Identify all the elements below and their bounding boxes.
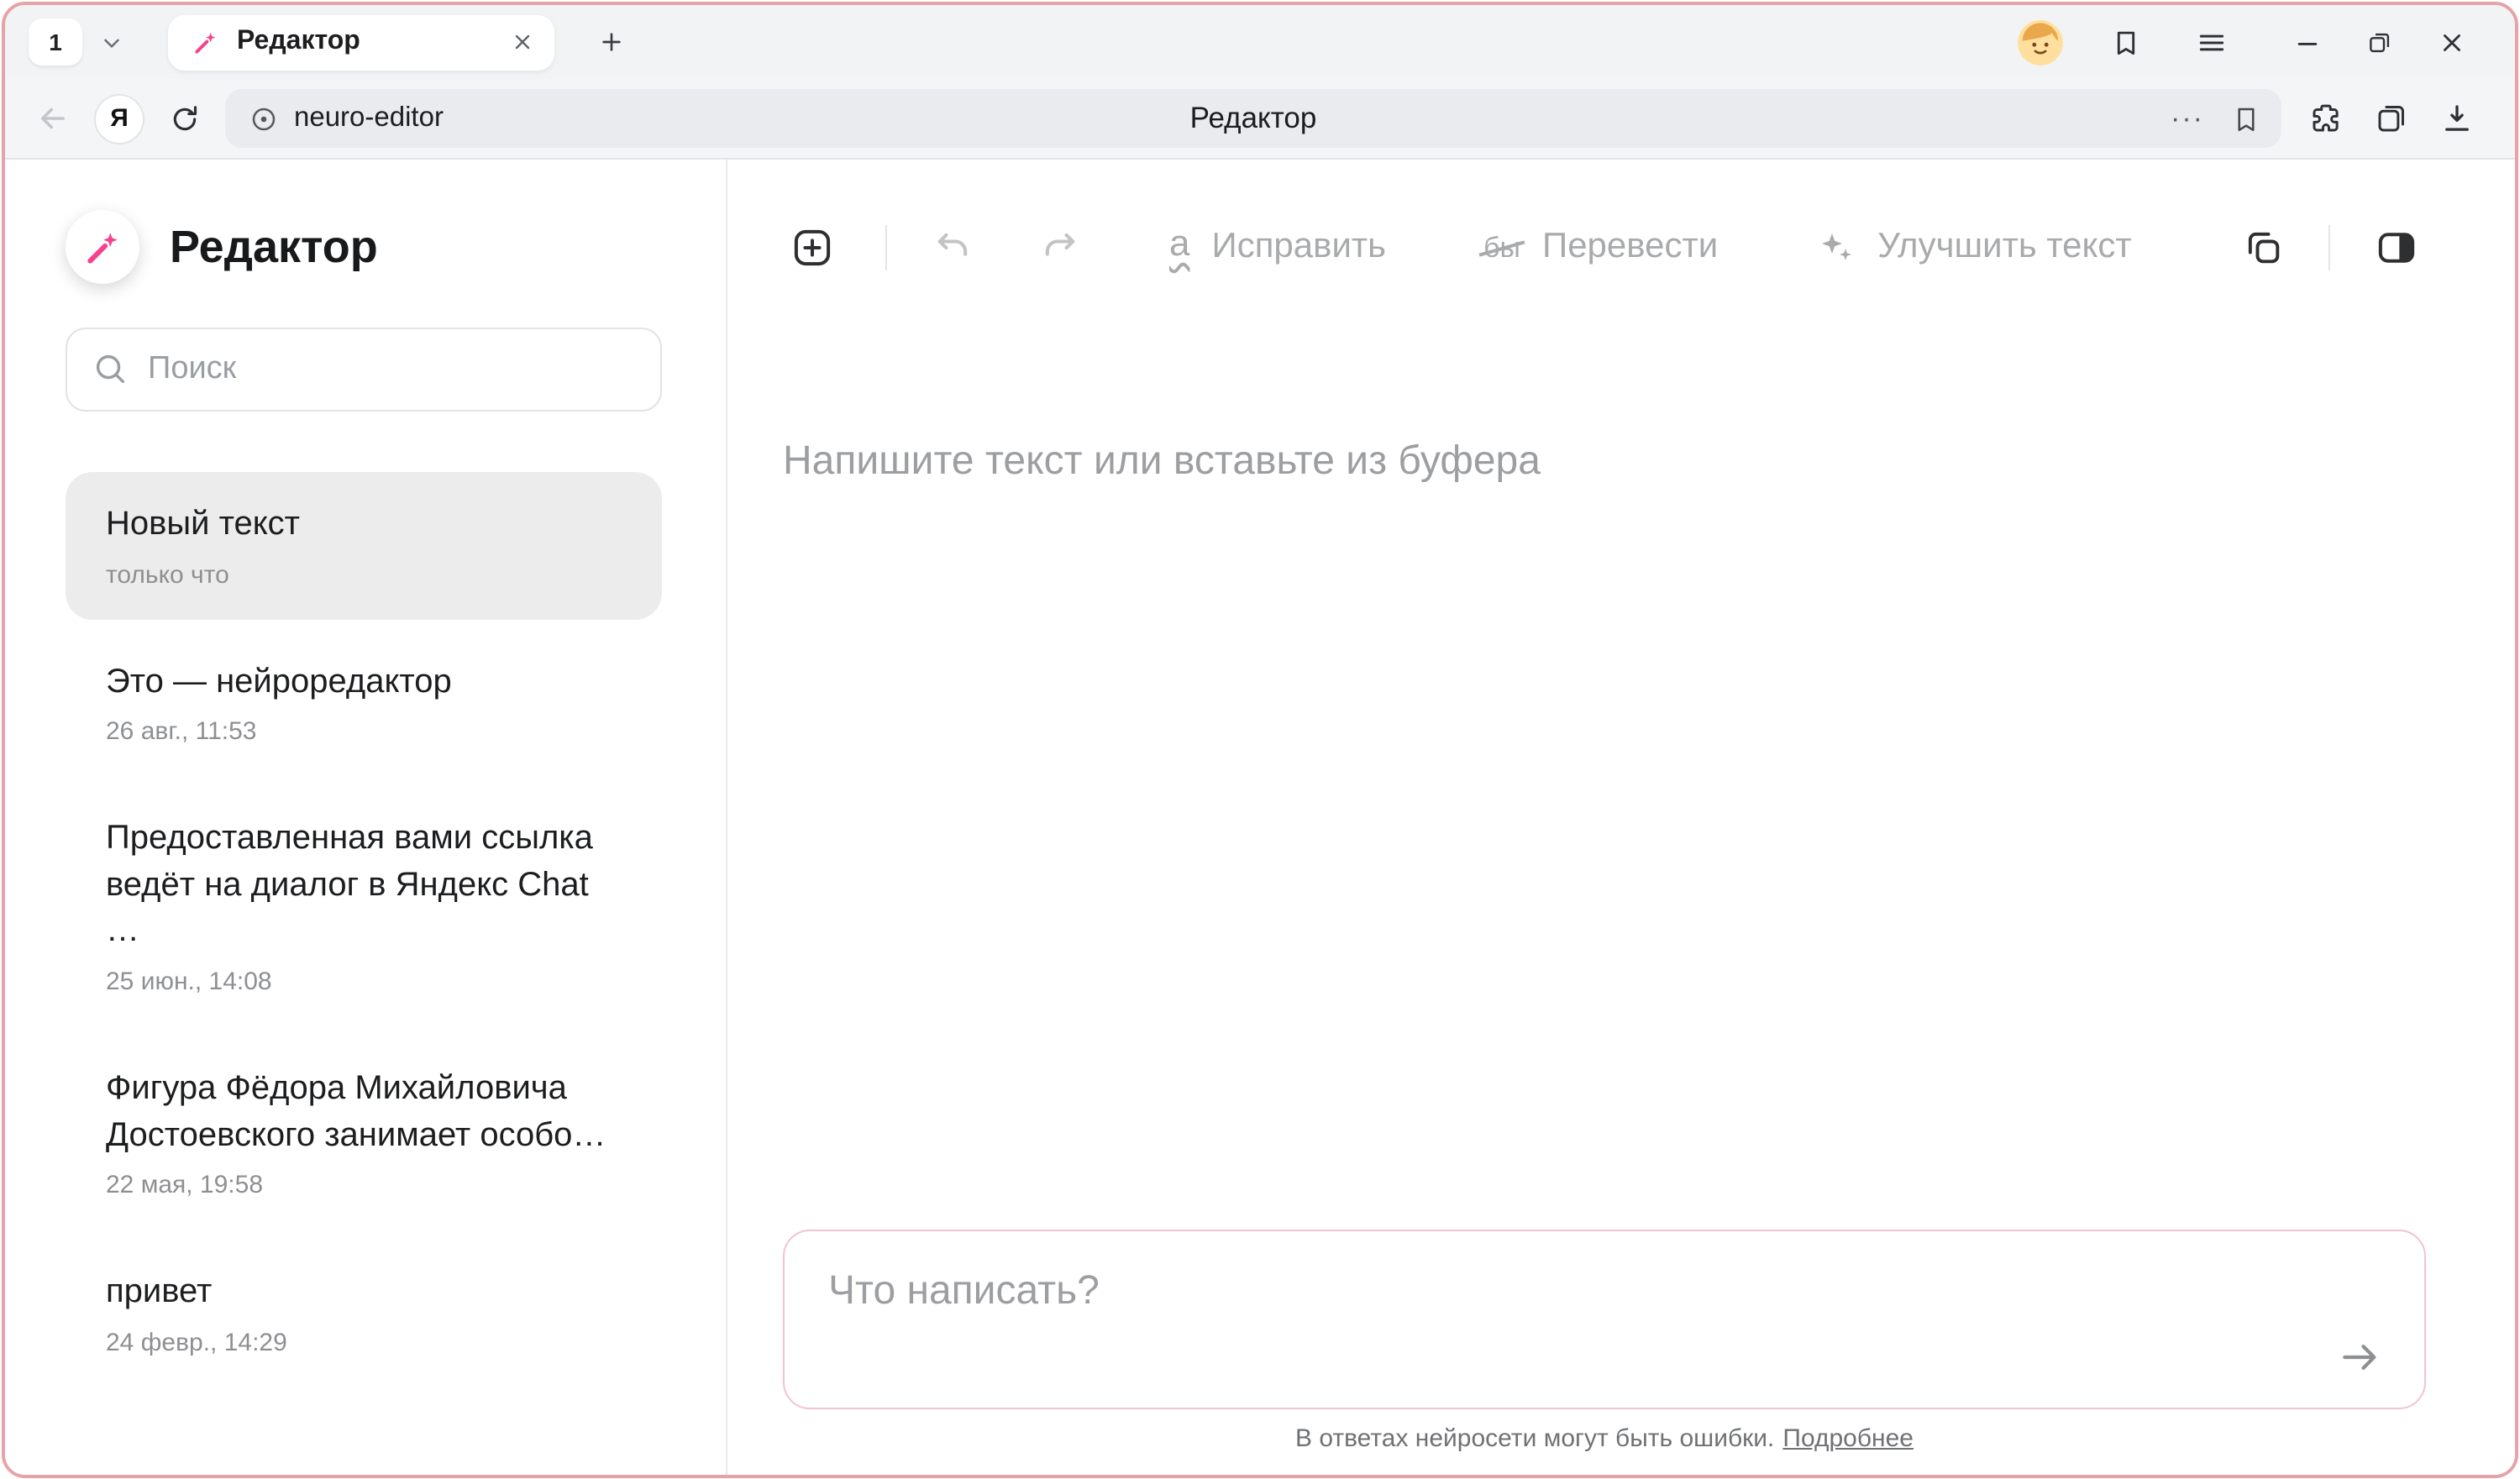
window-controls [2271, 18, 2488, 66]
doc-title: привет [106, 1270, 622, 1316]
url-actions: ··· [2164, 100, 2265, 137]
editor-toolbar: а Исправить бы Перевести Улучшить текст [783, 160, 2426, 334]
browser-tab-active[interactable]: Редактор [168, 14, 554, 70]
toolbar-divider [2328, 224, 2330, 270]
doc-time: 26 авг., 11:53 [106, 717, 622, 746]
downloads-icon[interactable] [2429, 91, 2485, 146]
toggle-side-panel-icon[interactable] [2367, 218, 2426, 276]
doc-title: Это — нейроредактор [106, 659, 622, 705]
browser-chrome: 1 Редактор [5, 5, 2515, 160]
editor-placeholder: Напишите текст или вставьте из буфера [783, 438, 2426, 485]
tab-strip: 1 Редактор [5, 5, 2515, 79]
translate-label: Перевести [1542, 227, 1718, 267]
app-title: Редактор [170, 221, 378, 273]
improve-text-label: Улучшить текст [1877, 227, 2131, 267]
collections-icon[interactable] [2364, 91, 2419, 146]
search-input[interactable] [66, 328, 662, 412]
toolbar-divider [885, 224, 887, 270]
disclaimer-link[interactable]: Подробнее [1782, 1424, 1914, 1452]
tab-favicon-pen-icon [192, 28, 220, 56]
doc-time: только что [106, 560, 622, 589]
doc-item[interactable]: Это — нейроредактор 26 авг., 11:53 [66, 629, 662, 776]
tab-count-button[interactable]: 1 [29, 18, 82, 66]
content: Редактор Новый текст только что Это — не… [5, 160, 2515, 1474]
extensions-puzzle-icon[interactable] [2298, 91, 2354, 146]
page-title: Редактор [225, 101, 2281, 136]
redo-icon[interactable] [1032, 218, 1089, 275]
doc-time: 24 февр., 14:29 [106, 1329, 622, 1357]
doc-item[interactable]: привет 24 февр., 14:29 [66, 1240, 662, 1387]
sidebar-bookmarks-icon[interactable] [2103, 19, 2149, 65]
profile-avatar[interactable] [2018, 19, 2063, 65]
translate-button[interactable]: бы Перевести [1483, 227, 1718, 267]
tab-title: Редактор [237, 27, 491, 57]
new-document-icon[interactable] [783, 218, 842, 276]
browser-window: 1 Редактор [2, 2, 2518, 1477]
maximize-button[interactable] [2344, 18, 2416, 66]
address-bar[interactable]: neuro-editor Редактор ··· [225, 89, 2281, 148]
sparkles-icon [1815, 227, 1856, 267]
editor-pane: а Исправить бы Перевести Улучшить текст [727, 160, 2515, 1474]
reload-icon[interactable] [158, 92, 212, 145]
prompt-box [783, 1229, 2426, 1408]
prompt-input[interactable] [785, 1230, 2424, 1407]
translate-icon: бы [1483, 233, 1520, 261]
fix-text-icon: а [1169, 225, 1190, 269]
app-logo-wand-icon [66, 210, 139, 284]
bookmark-flag-icon[interactable] [2228, 100, 2265, 137]
more-actions-icon[interactable]: ··· [2164, 101, 2211, 136]
close-window-icon[interactable] [2416, 18, 2488, 66]
disclaimer-text: В ответах нейросети могут быть ошибки. [1295, 1424, 1774, 1452]
undo-icon[interactable] [924, 218, 981, 275]
screen: 1 Редактор [0, 0, 2520, 1479]
ai-disclaimer: В ответах нейросети могут быть ошибки. По… [783, 1424, 2426, 1452]
sidebar: Редактор Новый текст только что Это — не… [5, 160, 727, 1474]
document-list: Новый текст только что Это — нейроредакт… [66, 472, 662, 1387]
send-arrow-icon[interactable] [2330, 1326, 2391, 1387]
doc-title: Новый текст [106, 502, 622, 548]
app-logo-row: Редактор [66, 210, 662, 284]
url-text: neuro-editor [294, 102, 444, 134]
doc-time: 25 июн., 14:08 [106, 968, 622, 996]
doc-title: Предоставленная вами ссылка ведёт на диа… [106, 816, 622, 956]
address-row: Я neuro-editor Редактор ··· [5, 79, 2515, 158]
site-favicon-icon [249, 103, 279, 134]
new-tab-button[interactable] [591, 22, 632, 62]
search-field [66, 328, 662, 412]
doc-item[interactable]: Предоставленная вами ссылка ведёт на диа… [66, 786, 662, 1026]
editor-canvas[interactable]: Напишите текст или вставьте из буфера [783, 334, 2426, 1229]
doc-title: Фигура Фёдора Михайловича Достоевского з… [106, 1067, 622, 1159]
doc-item[interactable]: Фигура Фёдора Михайловича Достоевского з… [66, 1036, 662, 1230]
copy-icon[interactable] [2234, 218, 2292, 275]
minimize-button[interactable] [2271, 18, 2344, 66]
fix-text-label: Исправить [1212, 227, 1387, 267]
url-left-group: neuro-editor [225, 102, 444, 134]
fix-text-button[interactable]: а Исправить [1169, 225, 1386, 269]
improve-text-button[interactable]: Улучшить текст [1815, 227, 2131, 267]
doc-time: 22 мая, 19:58 [106, 1171, 622, 1199]
tab-close-icon[interactable] [507, 27, 538, 57]
yandex-home-icon[interactable]: Я [94, 93, 144, 144]
doc-item-new-text[interactable]: Новый текст только что [66, 472, 662, 619]
back-icon[interactable] [25, 91, 81, 146]
chevron-down-icon[interactable] [96, 26, 128, 58]
menu-hamburger-icon[interactable] [2189, 19, 2234, 65]
